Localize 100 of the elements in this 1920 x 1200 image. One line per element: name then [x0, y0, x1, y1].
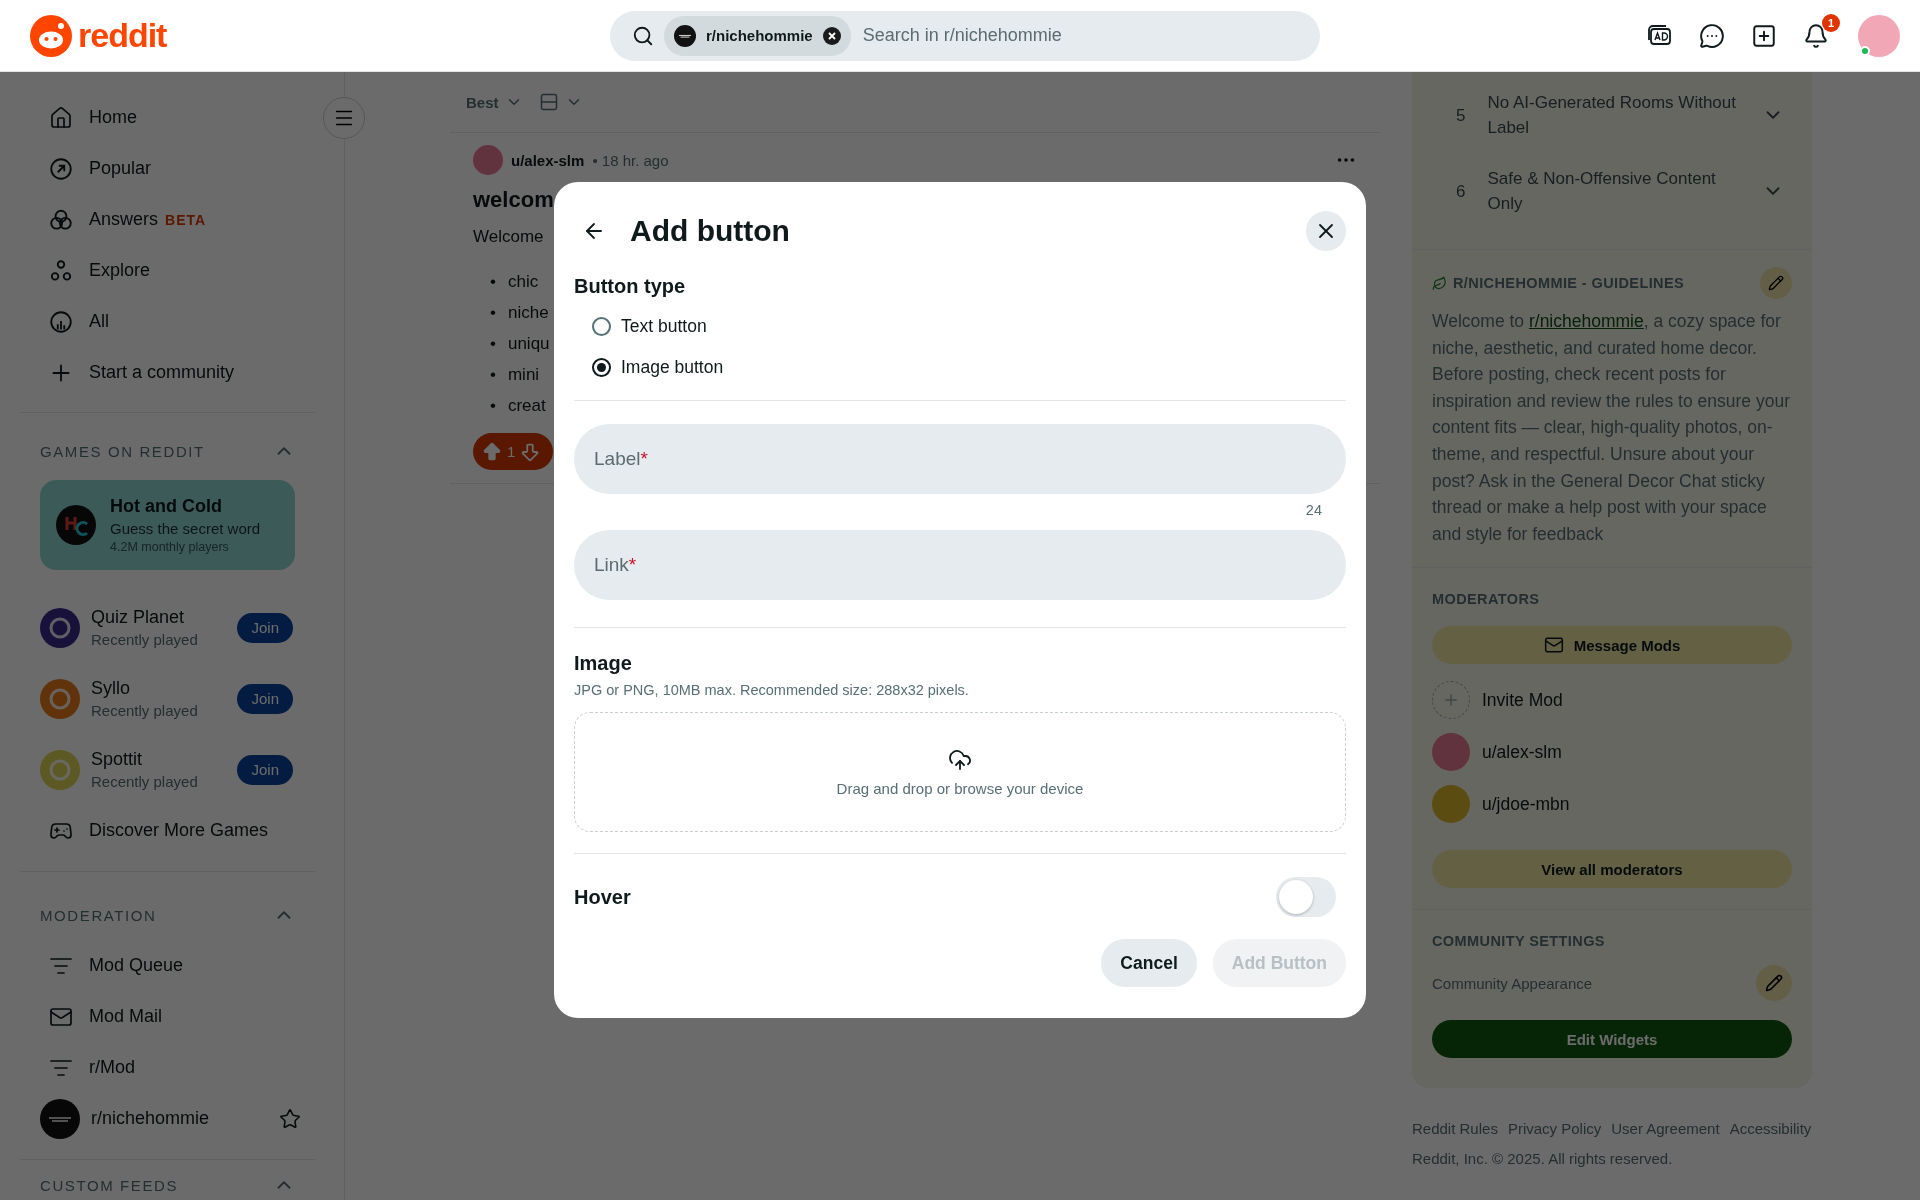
nav-label: Mod Mail	[89, 1006, 164, 1027]
user-avatar[interactable]	[1858, 14, 1900, 57]
community-link[interactable]: r/nichehommie	[1528, 311, 1644, 331]
sort-dropdown[interactable]: Best	[466, 93, 523, 111]
post-text: Welcome	[473, 226, 544, 248]
footer-link[interactable]: User Agreement	[1611, 1114, 1720, 1145]
image-hint: JPG or PNG, 10MB max. Recommended size: 288x32 pixels.	[574, 682, 970, 698]
game-title: Hot and Cold	[110, 496, 223, 517]
moderator-name[interactable]: u/jdoe-mbn	[1482, 793, 1570, 815]
radio-label: Text button	[621, 316, 707, 337]
guidelines-text: Welcome to r/nichehommie, a cozy space for niche, aesthetic, and curated home decor. Before posting, check recent posts for inspiration and review the rules to ensure your content fits — clear, high-quality photos, on-theme, and respectful. Unsure about your post? Ask in the General Decor Chat sticky thread or make a help post with your space and style for feedback	[1432, 310, 1791, 546]
nav-label: Discover More Games	[89, 820, 269, 841]
hover-toggle[interactable]	[1276, 877, 1336, 917]
nav-label: Explore	[89, 260, 151, 281]
search-field[interactable]: r/nichehommie Search in r/nichehommie	[610, 10, 1320, 61]
bullet-mark: •	[490, 332, 496, 355]
rule-item[interactable]: 6 Safe & Non-Offensive Content Only	[1412, 153, 1812, 229]
footer-link[interactable]: Privacy Policy	[1507, 1114, 1602, 1145]
community-chip[interactable]: r/nichehommie	[664, 15, 851, 56]
game-status: Recently played	[91, 702, 199, 719]
nav-item[interactable]: Mod Queue	[20, 940, 315, 991]
list-item: uniqu	[507, 332, 550, 355]
post-author[interactable]: u/alex-slm	[511, 151, 585, 169]
nav-label: All	[89, 311, 109, 332]
sidebar-toggle-button[interactable]	[323, 97, 365, 139]
upvote-icon[interactable]	[481, 440, 503, 463]
nav-item[interactable]: Answers BETA	[20, 194, 315, 245]
cancel-button[interactable]: Cancel	[1101, 939, 1197, 987]
bullet-mark: •	[490, 363, 496, 386]
bullet-mark: •	[490, 301, 496, 324]
nav-label: Answers	[89, 209, 159, 230]
footer-link[interactable]: Accessibility	[1729, 1114, 1812, 1145]
nav-item[interactable]: r/nichehommie	[20, 1093, 315, 1144]
rule-item[interactable]: 5 No AI-Generated Rooms Without Label	[1412, 77, 1812, 153]
invite-mod-link[interactable]: Invite Mod	[1482, 689, 1563, 711]
copyright-text: Reddit, Inc. © 2025. All rights reserved.	[1412, 1149, 1673, 1170]
section-header[interactable]: CUSTOM FEEDS	[20, 1170, 315, 1200]
view-all-button[interactable]: View all moderators	[1432, 850, 1792, 889]
nav-item[interactable]: All	[20, 296, 315, 347]
dropzone-text: Drag and drop or browse your device	[836, 779, 1084, 797]
edit-button[interactable]	[1756, 965, 1792, 1002]
game-name: Quiz Planet	[91, 607, 186, 628]
game-status: Recently played	[91, 773, 199, 790]
section-header[interactable]: GAMES ON REDDIT	[20, 431, 315, 471]
nav-item[interactable]: Start a community	[20, 347, 315, 398]
author-avatar	[473, 145, 503, 175]
plus-square-icon	[1751, 22, 1777, 49]
post-title: welcom	[473, 186, 554, 214]
star-icon[interactable]	[279, 1107, 301, 1130]
pencil-icon	[1768, 275, 1784, 291]
dialog-title: Add button	[630, 214, 791, 248]
join-button[interactable]: Join	[237, 683, 293, 714]
close-button[interactable]	[1306, 211, 1346, 251]
radio-button[interactable]	[592, 358, 611, 377]
bullet-mark: •	[490, 394, 496, 417]
arrow-circle-icon	[48, 155, 74, 182]
nav-label: Home	[89, 107, 137, 128]
leaf-icon	[1432, 275, 1447, 291]
logo-icon	[30, 14, 72, 57]
community-avatar-icon	[40, 1098, 80, 1139]
game-name: Syllo	[91, 678, 131, 699]
nav-label: Popular	[89, 158, 152, 179]
logo-text: reddit	[78, 16, 167, 55]
chart-circle-icon	[48, 308, 74, 335]
radio-label: Image button	[621, 357, 724, 378]
online-dot	[1860, 45, 1870, 56]
game-status: Recently played	[91, 631, 199, 648]
nav-item[interactable]: Mod Mail	[20, 991, 315, 1042]
nav-item[interactable]: Home	[20, 92, 315, 143]
list-item: chic	[507, 270, 539, 293]
nav-item[interactable]: Discover More Games	[20, 805, 315, 856]
clear-icon[interactable]	[822, 26, 841, 45]
text-field[interactable]: Label*	[574, 424, 1346, 494]
text-field[interactable]: Link*	[574, 530, 1346, 600]
join-button[interactable]: Join	[237, 612, 293, 643]
search-icon	[632, 24, 654, 47]
nav-item[interactable]: Popular	[20, 143, 315, 194]
section-header[interactable]: MODERATION	[20, 895, 315, 935]
moderator-name[interactable]: u/alex-slm	[1482, 741, 1562, 763]
nav-label: r/nichehommie	[91, 1108, 211, 1129]
upload-dropzone[interactable]: Drag and drop or browse your device	[574, 712, 1346, 832]
edit-widgets-button[interactable]: Edit Widgets	[1432, 1020, 1792, 1059]
vote-count: 1	[507, 443, 516, 460]
footer-link[interactable]: Reddit Rules	[1412, 1114, 1498, 1145]
message-mods-button[interactable]: Message Mods	[1432, 626, 1792, 665]
game-icon	[40, 678, 80, 719]
radio-button[interactable]	[592, 317, 611, 336]
game-name: Spottit	[91, 749, 144, 770]
widget-title: COMMUNITY SETTINGS	[1432, 933, 1605, 950]
notification-badge: 1	[1822, 13, 1840, 32]
join-button[interactable]: Join	[237, 754, 293, 785]
post-time: • 18 hr. ago	[592, 151, 670, 169]
game-tagline: Guess the secret word	[110, 520, 261, 537]
edit-button[interactable]	[1760, 267, 1792, 299]
nav-item[interactable]: r/Mod	[20, 1042, 315, 1093]
section-heading: Image	[574, 652, 633, 674]
beta-label: BETA	[165, 211, 207, 228]
nav-item[interactable]: Explore	[20, 245, 315, 296]
community-avatar-icon	[674, 24, 696, 47]
nav-label: r/Mod	[89, 1057, 136, 1078]
